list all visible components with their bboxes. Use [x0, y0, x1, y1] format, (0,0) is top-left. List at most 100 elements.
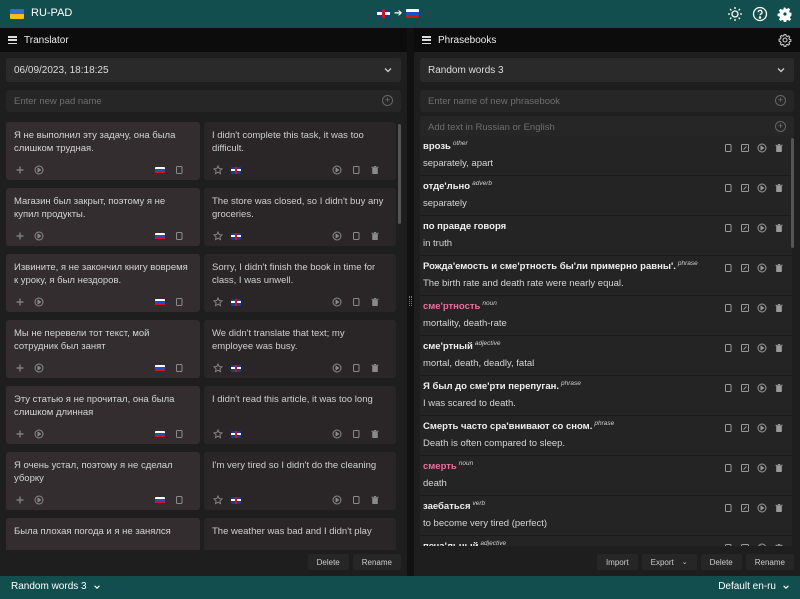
russian-text-box[interactable]: Была плохая погода и я не занялся	[6, 518, 200, 550]
phrase-entry[interactable]: отде'льно adverb separately	[420, 176, 792, 216]
add-icon[interactable]	[14, 429, 25, 440]
phrase-entry[interactable]: сме'ртный adjective mortal, death, deadly,…	[420, 336, 792, 376]
play-audio-icon[interactable]	[33, 165, 44, 176]
copy-icon[interactable]	[173, 297, 184, 308]
play-audio-icon[interactable]	[756, 502, 767, 513]
copy-icon[interactable]	[722, 222, 733, 233]
english-text-box[interactable]: I'm very tired so I didn't do the cleani…	[204, 452, 396, 510]
import-button[interactable]: Import	[596, 554, 638, 570]
edit-icon[interactable]	[739, 342, 750, 353]
copy-icon[interactable]	[350, 429, 361, 440]
copy-icon[interactable]	[722, 342, 733, 353]
new-pad-input[interactable]	[14, 95, 363, 107]
edit-icon[interactable]	[739, 422, 750, 433]
play-audio-icon[interactable]	[756, 542, 767, 546]
play-audio-icon[interactable]	[331, 165, 342, 176]
play-audio-icon[interactable]	[33, 231, 44, 242]
play-audio-icon[interactable]	[331, 297, 342, 308]
play-audio-icon[interactable]	[33, 297, 44, 308]
edit-icon[interactable]	[739, 502, 750, 513]
russian-text-box[interactable]: Извините, я не закончил книгу вовремя к …	[6, 254, 200, 312]
delete-icon[interactable]	[773, 542, 784, 546]
english-text-box[interactable]: Sorry, I didn't finish the book in time …	[204, 254, 396, 312]
delete-phrasebook-button[interactable]: Delete	[700, 554, 742, 570]
copy-icon[interactable]	[722, 262, 733, 273]
phrasebook-scrollbar[interactable]	[791, 138, 794, 248]
copy-icon[interactable]	[350, 363, 361, 374]
english-text-box[interactable]: We didn't translate that text; my employ…	[204, 320, 396, 378]
delete-icon[interactable]	[369, 495, 380, 506]
phrase-entry[interactable]: смерть noun death	[420, 456, 792, 496]
edit-icon[interactable]	[739, 182, 750, 193]
copy-icon[interactable]	[173, 429, 184, 440]
copy-icon[interactable]	[173, 231, 184, 242]
edit-icon[interactable]	[739, 222, 750, 233]
brightness-icon[interactable]	[726, 5, 744, 23]
add-pad-icon[interactable]: +	[382, 95, 393, 106]
phrasebook-select[interactable]: Random words 3	[420, 58, 794, 82]
current-phrasebook-selector[interactable]: Random words 3	[11, 581, 101, 592]
phrase-entry[interactable]: врозь other separately, apart	[420, 136, 792, 176]
favorite-star-icon[interactable]	[212, 165, 223, 176]
phrase-entry[interactable]: Я был до сме'рти перепуган. phrase I was s…	[420, 376, 792, 416]
play-audio-icon[interactable]	[331, 429, 342, 440]
favorite-star-icon[interactable]	[212, 231, 223, 242]
phrase-entry[interactable]: сме'ртность noun mortality, death-rate	[420, 296, 792, 336]
copy-icon[interactable]	[350, 495, 361, 506]
copy-icon[interactable]	[173, 165, 184, 176]
copy-icon[interactable]	[722, 422, 733, 433]
delete-icon[interactable]	[369, 363, 380, 374]
help-icon[interactable]	[751, 5, 769, 23]
english-text-box[interactable]: I didn't complete this task, it was too …	[204, 122, 396, 180]
phrase-entry[interactable]: по правде говоря in truth	[420, 216, 792, 256]
play-audio-icon[interactable]	[756, 302, 767, 313]
copy-icon[interactable]	[350, 231, 361, 242]
settings-icon[interactable]	[776, 5, 794, 23]
delete-pad-button[interactable]: Delete	[307, 554, 349, 570]
edit-icon[interactable]	[739, 262, 750, 273]
phrasebook-settings-icon[interactable]	[778, 33, 792, 47]
edit-icon[interactable]	[739, 382, 750, 393]
play-audio-icon[interactable]	[756, 262, 767, 273]
copy-icon[interactable]	[722, 302, 733, 313]
delete-icon[interactable]	[369, 165, 380, 176]
edit-icon[interactable]	[739, 542, 750, 546]
russian-text-box[interactable]: Мы не перевели тот текст, мой сотрудник …	[6, 320, 200, 378]
play-audio-icon[interactable]	[756, 422, 767, 433]
delete-icon[interactable]	[773, 302, 784, 313]
rename-pad-button[interactable]: Rename	[352, 554, 401, 570]
language-pair[interactable]: ➔	[377, 8, 420, 19]
play-audio-icon[interactable]	[756, 222, 767, 233]
delete-icon[interactable]	[773, 142, 784, 153]
russian-text-box[interactable]: Я очень устал, поэтому я не сделал уборк…	[6, 452, 200, 510]
profile-selector[interactable]: Default en-ru	[718, 581, 790, 592]
favorite-star-icon[interactable]	[212, 297, 223, 308]
phrase-entry[interactable]: Рожда'емость и сме'ртность бы'ли примерн…	[420, 256, 792, 296]
play-audio-icon[interactable]	[33, 495, 44, 506]
play-audio-icon[interactable]	[331, 231, 342, 242]
add-icon[interactable]	[14, 495, 25, 506]
delete-icon[interactable]	[773, 422, 784, 433]
add-icon[interactable]	[14, 231, 25, 242]
edit-icon[interactable]	[739, 302, 750, 313]
new-phrasebook-input[interactable]	[428, 95, 758, 107]
play-audio-icon[interactable]	[33, 429, 44, 440]
russian-text-box[interactable]: Магазин был закрыт, поэтому я не купил п…	[6, 188, 200, 246]
play-audio-icon[interactable]	[756, 342, 767, 353]
phrase-entry[interactable]: Смерть часто сра'внивают со сном. phrase D…	[420, 416, 792, 456]
favorite-star-icon[interactable]	[212, 495, 223, 506]
favorite-star-icon[interactable]	[212, 429, 223, 440]
copy-icon[interactable]	[722, 142, 733, 153]
copy-icon[interactable]	[722, 382, 733, 393]
phrase-entry[interactable]: печа'льныйadjective	[420, 536, 792, 546]
edit-icon[interactable]	[739, 142, 750, 153]
copy-icon[interactable]	[350, 165, 361, 176]
add-icon[interactable]	[14, 165, 25, 176]
add-icon[interactable]	[14, 363, 25, 374]
delete-icon[interactable]	[369, 231, 380, 242]
favorite-star-icon[interactable]	[212, 363, 223, 374]
play-audio-icon[interactable]	[33, 363, 44, 374]
delete-icon[interactable]	[773, 222, 784, 233]
delete-icon[interactable]	[773, 462, 784, 473]
copy-icon[interactable]	[722, 542, 733, 546]
